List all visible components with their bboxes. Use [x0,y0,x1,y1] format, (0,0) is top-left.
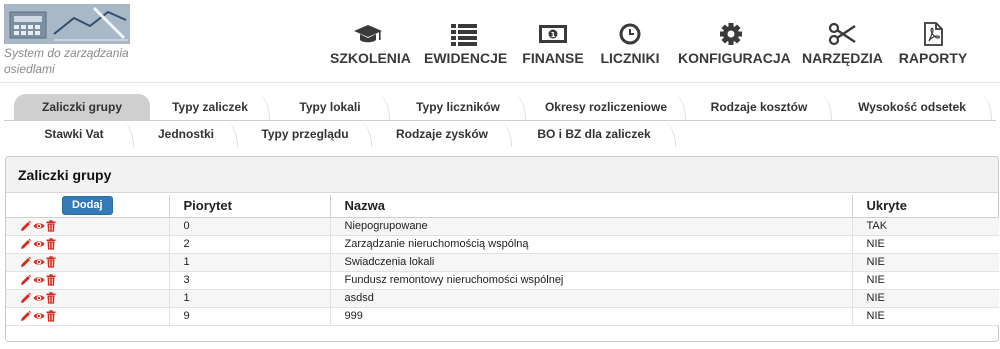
app-slogan: System do zarządzania osiedlami [4,46,129,76]
delete-icon[interactable] [46,256,57,268]
cell-priority: 2 [169,235,331,254]
tab-bo-bz-zaliczek[interactable]: BO i BZ dla zaliczek [512,121,676,147]
row-actions [6,235,170,254]
row-actions [6,217,170,236]
column-header-hidden[interactable]: Ukryte [852,195,999,218]
table-row: 9 999 NIE [6,307,999,326]
column-header-priority[interactable]: Piorytet [169,195,331,218]
delete-icon[interactable] [46,292,57,304]
table-row: 2 Zarządzanie nieruchomością wspólną NIE [6,235,999,254]
column-header-name[interactable]: Nazwa [330,195,853,218]
list-icon [451,24,477,46]
cell-hidden: NIE [852,271,999,290]
edit-icon[interactable] [20,292,31,304]
row-actions [6,271,170,290]
nav-finanse[interactable]: 1 FINANSE [522,22,584,70]
app-header: System do zarządzania osiedlami SZKOLENI… [0,0,1000,82]
tabs-divider [4,120,996,121]
money-icon: 1 [539,25,567,43]
groups-panel: Zaliczki grupy Dodaj Piorytet Nazwa Ukry… [5,156,999,342]
scissors-icon [828,22,856,46]
clock-icon [619,23,641,45]
tab-rodzaje-kosztow[interactable]: Rodzaje kosztów [686,94,832,120]
graduation-cap-icon [354,25,382,43]
nav-ewidencje[interactable]: EWIDENCJE [424,22,507,70]
cell-name: 999 [330,307,853,326]
delete-icon[interactable] [46,238,57,250]
delete-icon[interactable] [46,310,57,322]
cell-hidden: NIE [852,253,999,272]
edit-icon[interactable] [20,310,31,322]
groups-table: Dodaj Piorytet Nazwa Ukryte 0 Niepogrupow… [6,195,999,326]
cell-hidden: NIE [852,235,999,254]
view-icon[interactable] [33,292,45,304]
delete-icon[interactable] [46,274,57,286]
cell-priority: 3 [169,271,331,290]
cell-priority: 1 [169,253,331,272]
edit-icon[interactable] [20,274,31,286]
actions-header: Dodaj [6,195,170,218]
row-actions [6,253,170,272]
cell-hidden: NIE [852,307,999,326]
tab-typy-lokali[interactable]: Typy lokali [270,94,390,120]
panel-title: Zaliczki grupy [6,157,998,193]
cell-priority: 0 [169,217,331,236]
cell-hidden: TAK [852,217,999,236]
cell-priority: 9 [169,307,331,326]
app-logo [4,4,130,44]
cell-hidden: NIE [852,289,999,308]
tab-stawki-vat[interactable]: Stawki Vat [14,121,134,147]
tab-typy-licznikow[interactable]: Typy liczników [390,94,526,120]
table-row: 1 Swiadczenia lokali NIE [6,253,999,272]
table-row: 3 Fundusz remontowy nieruchomości wspólne… [6,271,999,290]
table-row: 1 asdsd NIE [6,289,999,308]
pdf-file-icon [924,22,943,46]
cell-name: Swiadczenia lokali [330,253,853,272]
tab-zaliczki-grupy[interactable]: Zaliczki grupy [14,94,150,120]
tab-typy-przegladu[interactable]: Typy przeglądu [238,121,372,147]
cell-name: asdsd [330,289,853,308]
edit-icon[interactable] [20,220,31,232]
edit-icon[interactable] [20,256,31,268]
tab-wysokosc-odsetek[interactable]: Wysokość odsetek [832,94,992,120]
view-icon[interactable] [33,274,45,286]
delete-icon[interactable] [46,220,57,232]
nav-konfiguracja[interactable]: KONFIGURACJA [678,22,791,70]
view-icon[interactable] [33,310,45,322]
row-actions [6,307,170,326]
cell-priority: 1 [169,289,331,308]
view-icon[interactable] [33,256,45,268]
view-icon[interactable] [33,220,45,232]
tab-rodzaje-zyskow[interactable]: Rodzaje zysków [372,121,512,147]
edit-icon[interactable] [20,238,31,250]
nav-narzedzia[interactable]: NARZĘDZIA [802,22,883,70]
cell-name: Zarządzanie nieruchomością wspólną [330,235,853,254]
table-row: 0 Niepogrupowane TAK [6,217,999,236]
svg-text:1: 1 [551,31,556,39]
cell-name: Niepogrupowane [330,217,853,236]
gear-icon [720,23,742,45]
tab-typy-zaliczek[interactable]: Typy zaliczek [150,94,270,120]
cell-name: Fundusz remontowy nieruchomości wspólnej [330,271,853,290]
table-header-row: Dodaj Piorytet Nazwa Ukryte [6,195,999,218]
header-divider [0,82,1000,83]
view-icon[interactable] [33,238,45,250]
row-actions [6,289,170,308]
nav-raporty[interactable]: RAPORTY [898,22,968,70]
nav-liczniki[interactable]: LICZNIKI [600,22,660,70]
add-button[interactable]: Dodaj [61,196,113,216]
tab-okresy-rozliczeniowe[interactable]: Okresy rozliczeniowe [526,94,686,120]
nav-szkolenia[interactable]: SZKOLENIA [330,22,411,70]
tab-jednostki[interactable]: Jednostki [134,121,238,147]
